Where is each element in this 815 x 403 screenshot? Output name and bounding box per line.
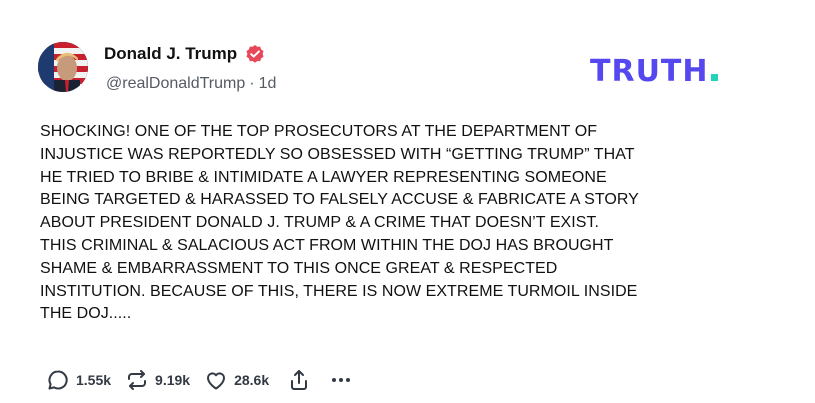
verified-badge-icon <box>245 44 265 64</box>
author-meta: @realDonaldTrump · 1d <box>106 75 276 93</box>
post-actions: 1.55k 9.19k 28.6k <box>46 368 367 392</box>
meta-separator: · <box>249 75 255 92</box>
post-body: SHOCKING! ONE OF THE TOP PROSECUTORS AT … <box>40 123 639 323</box>
more-dots-icon <box>332 378 351 382</box>
share-button[interactable] <box>287 368 311 392</box>
repost-arrows-icon <box>128 370 147 390</box>
post-timestamp[interactable]: 1d <box>259 75 277 92</box>
more-options-button[interactable] <box>329 368 353 392</box>
like-button[interactable]: 28.6k <box>204 368 269 392</box>
reply-button[interactable]: 1.55k <box>46 368 111 392</box>
share-icon <box>291 370 308 390</box>
retruth-button[interactable]: 9.19k <box>125 368 190 392</box>
logo-dot <box>710 74 718 81</box>
logo-text: TRUTH <box>590 54 709 89</box>
retruth-count: 9.19k <box>155 372 191 388</box>
author-handle[interactable]: @realDonaldTrump <box>106 75 245 92</box>
reply-count: 1.55k <box>76 372 112 388</box>
author-display-name[interactable]: Donald J. Trump <box>104 44 237 64</box>
heart-icon <box>207 372 226 390</box>
speech-bubble-icon <box>48 370 68 390</box>
avatar[interactable] <box>38 42 88 92</box>
truth-logo[interactable]: TRUTH <box>590 54 718 89</box>
like-count: 28.6k <box>234 372 270 388</box>
